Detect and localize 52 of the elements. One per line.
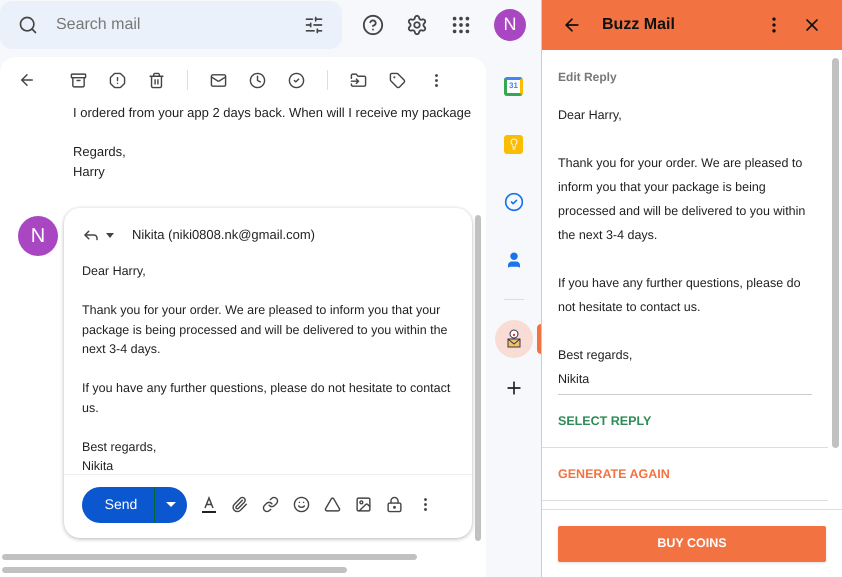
horizontal-scrollbar[interactable] [2, 567, 347, 573]
reply-paragraph: Dear Harry, [82, 263, 147, 280]
reply-paragraph: Dear Harry, [558, 107, 623, 124]
attach-icon[interactable] [231, 496, 248, 513]
account-avatar[interactable]: N [494, 8, 526, 40]
message-paragraph: I ordered from your app 2 days back. When will I receive my package [73, 104, 472, 122]
delete-icon[interactable] [148, 72, 165, 88]
search-icon[interactable] [18, 14, 38, 34]
help-icon[interactable] [362, 14, 384, 36]
spam-icon[interactable] [109, 72, 126, 88]
image-icon[interactable] [355, 496, 372, 513]
reply-paragraph: Best regards, Nikita [558, 347, 634, 388]
check-circle-icon [504, 192, 524, 212]
search-field[interactable]: Search mail [0, 0, 342, 48]
reply-paragraph: If you have any further questions, please do not hesitate to contact us. [558, 275, 802, 316]
sender-avatar: N [18, 216, 58, 256]
action-link[interactable]: SELECT REPLY [558, 412, 652, 430]
side-app-button[interactable]: 31 [494, 67, 532, 105]
move-to-folder-icon[interactable] [350, 72, 367, 88]
section-label: Edit Reply [558, 69, 618, 86]
emoji-icon[interactable] [293, 496, 310, 513]
lock-icon[interactable] [386, 496, 403, 513]
link-icon[interactable] [262, 496, 279, 513]
archive-icon[interactable] [70, 72, 87, 88]
lightbulb-icon [504, 134, 523, 154]
side-app-button[interactable] [494, 320, 532, 358]
send-button[interactable]: Send [82, 486, 154, 522]
action-link[interactable]: GENERATE AGAIN [558, 464, 670, 484]
reply-paragraph: Thank you for your order. We are pleased to inform you that your package is being processed and will be delivered to you within the next 3-4 days. [82, 302, 449, 358]
recipient: Nikita (niki0808.nk@gmail.com) [132, 226, 315, 244]
calendar-date: 31 [509, 82, 518, 90]
panel-title: Buzz Mail [602, 15, 675, 35]
reply-paragraph: Thank you for your order. We are pleased to inform you that your package is being processed and will be delivered to you within the next 3-4 days. [558, 155, 806, 244]
send-options-button[interactable] [154, 486, 187, 522]
search-input[interactable]: Search mail [56, 12, 286, 36]
label-icon[interactable] [389, 72, 406, 88]
add-task-icon[interactable] [288, 72, 305, 88]
horizontal-scrollbar[interactable] [2, 554, 417, 560]
clock-icon[interactable] [249, 72, 266, 88]
settings-icon[interactable] [406, 14, 428, 36]
vertical-scrollbar[interactable] [832, 58, 838, 448]
envelope-icon[interactable] [210, 72, 227, 88]
caret-icon[interactable] [106, 232, 114, 238]
vertical-scrollbar[interactable] [475, 215, 481, 541]
filter-icon[interactable] [304, 14, 324, 34]
text-color-icon[interactable] [201, 496, 217, 514]
reply-paragraph: Best regards, Nikita [82, 438, 158, 474]
message-paragraph: Regards, Harry [73, 143, 127, 181]
active-indicator [537, 324, 541, 354]
buy-coins-button[interactable]: BUY COINS [558, 526, 826, 562]
reply-paragraph: If you have any further questions, please do not hesitate to contact us. [82, 380, 452, 416]
drive-icon[interactable] [324, 496, 341, 513]
